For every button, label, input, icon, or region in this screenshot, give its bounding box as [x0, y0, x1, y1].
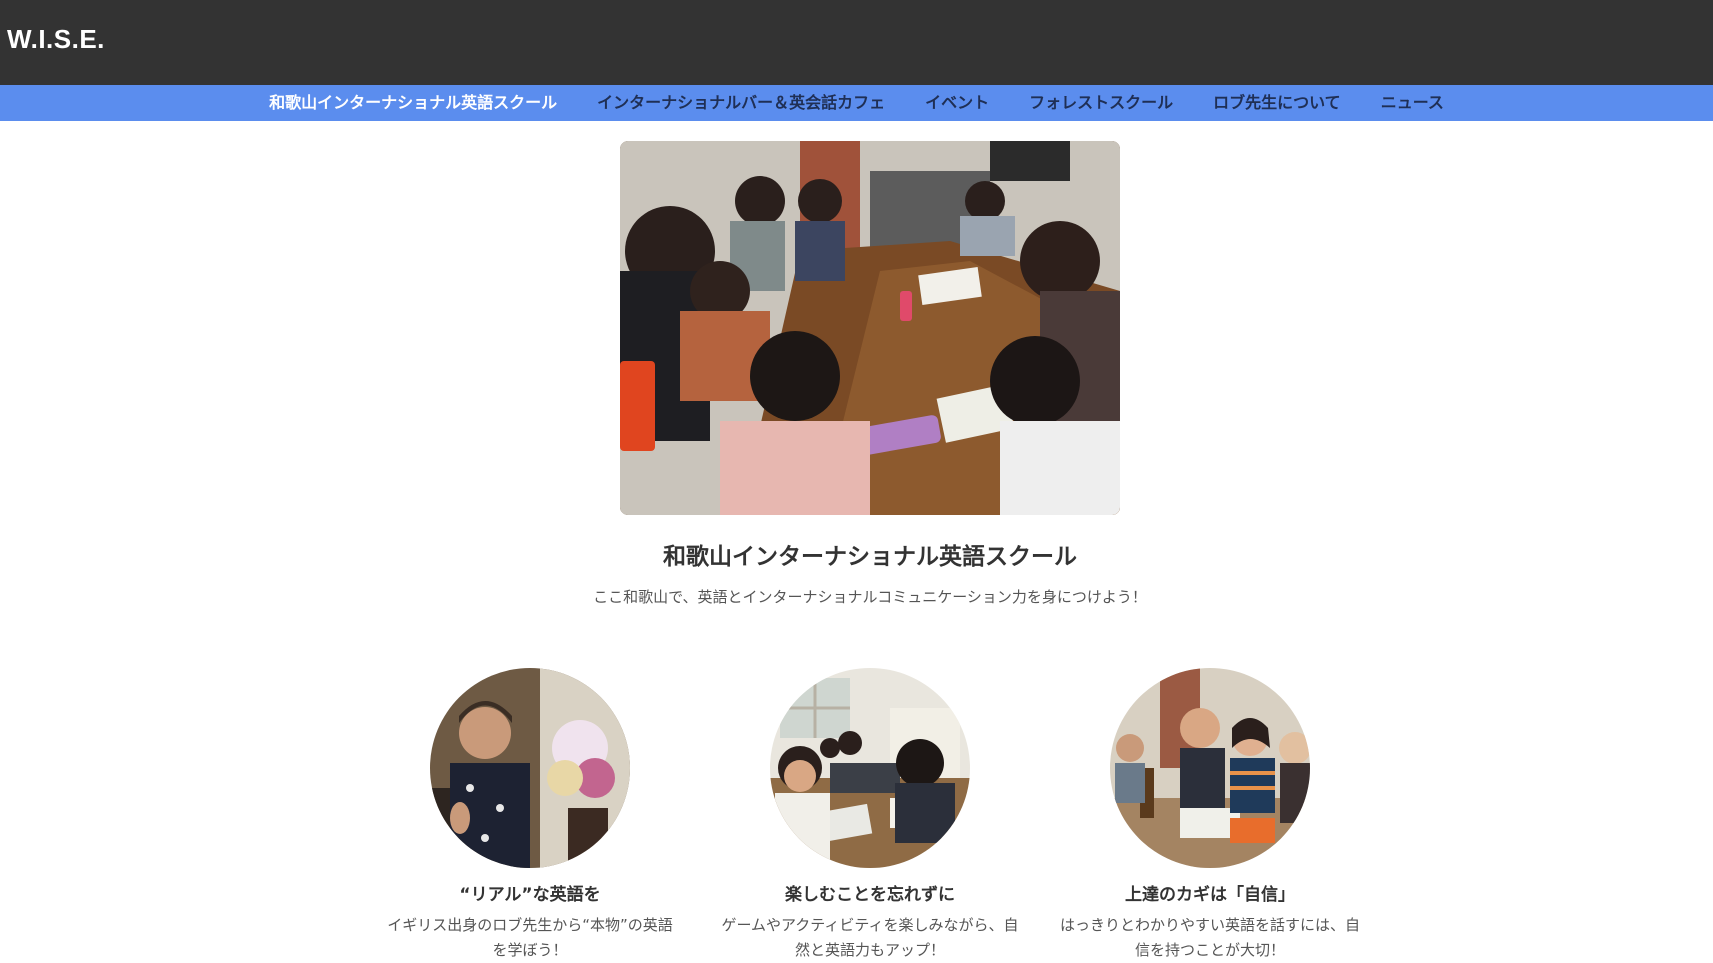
- site-logo[interactable]: W.I.S.E.: [7, 24, 105, 55]
- hero-subtitle: ここ和歌山で、英語とインターナショナルコミュニケーション力を身につけよう！: [593, 588, 1147, 606]
- feature-confidence: 上達のカギは「自信」 はっきりとわかりやすい英語を話すには、自信を持つことが大切…: [1040, 668, 1380, 963]
- feature-adults-photo: [1110, 668, 1310, 868]
- feature-have-fun: 楽しむことを忘れずに ゲームやアクティビティを楽しみながら、自然と英語力もアップ…: [700, 668, 1040, 963]
- nav-item-news[interactable]: ニュース: [1361, 85, 1464, 121]
- nav-item-forest-school[interactable]: フォレストスクール: [1009, 85, 1193, 121]
- feature-title: 楽しむことを忘れずに: [785, 885, 955, 905]
- feature-text: イギリス出身のロブ先生から“本物”の英語を学ぼう！: [387, 916, 673, 959]
- feature-title: “リアル”な英語を: [459, 885, 601, 905]
- main-nav: 和歌山インターナショナル英語スクール インターナショナルバー＆英会話カフェ イベ…: [0, 85, 1713, 121]
- hero-photo-illustration: [620, 141, 1120, 515]
- feature-text: はっきりとわかりやすい英語を話すには、自信を持つことが大切！: [1060, 916, 1361, 959]
- feature-text: ゲームやアクティビティを楽しみながら、自然と英語力もアップ！: [721, 916, 1019, 959]
- feature-title: 上達のカギは「自信」: [1125, 885, 1295, 905]
- nav-list: 和歌山インターナショナル英語スクール インターナショナルバー＆英会話カフェ イベ…: [0, 85, 1713, 121]
- kids-photo-illustration: [770, 668, 970, 868]
- nav-item-about-rob[interactable]: ロブ先生について: [1193, 85, 1361, 121]
- hero-classroom-photo: [620, 141, 1120, 515]
- nav-item-international-bar[interactable]: インターナショナルバー＆英会話カフェ: [577, 85, 905, 121]
- nav-item-english-school[interactable]: 和歌山インターナショナル英語スクール: [249, 85, 577, 121]
- hero-title: 和歌山インターナショナル英語スクール: [663, 544, 1077, 570]
- adults-photo-illustration: [1110, 668, 1310, 868]
- nav-item-events[interactable]: イベント: [905, 85, 1009, 121]
- feature-teacher-photo: [430, 668, 630, 868]
- feature-real-english: “リアル”な英語を イギリス出身のロブ先生から“本物”の英語を学ぼう！: [360, 668, 700, 963]
- feature-kids-photo: [770, 668, 970, 868]
- site-header: W.I.S.E.: [0, 0, 1713, 85]
- teacher-photo-illustration: [430, 668, 630, 868]
